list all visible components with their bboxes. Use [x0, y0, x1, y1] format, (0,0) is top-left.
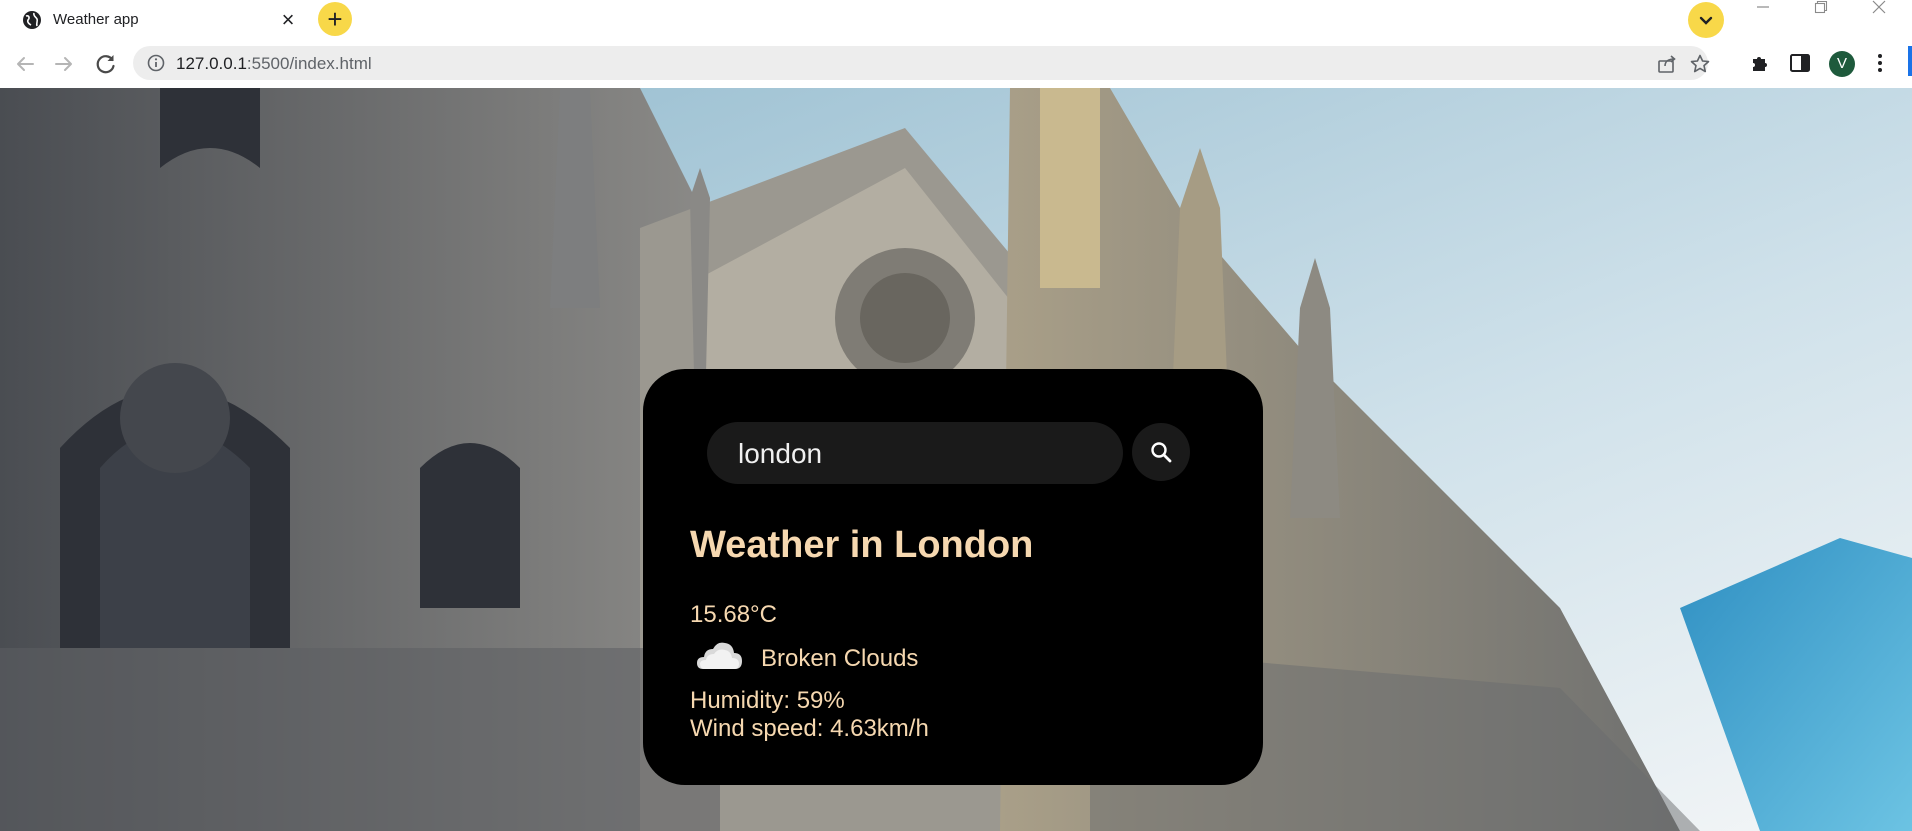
close-icon	[1872, 0, 1886, 14]
url-path: :5500/index.html	[246, 54, 372, 73]
search-button[interactable]	[1132, 423, 1190, 481]
search-icon	[1151, 442, 1172, 463]
restore-button[interactable]	[1798, 0, 1844, 20]
window-edge-accent	[1908, 46, 1912, 76]
url-text: 127.0.0.1:5500/index.html	[176, 54, 372, 74]
minimize-button[interactable]	[1740, 0, 1786, 20]
menu-kebab-icon[interactable]	[1868, 51, 1892, 75]
cloud-icon	[697, 642, 742, 669]
search-input[interactable]	[736, 432, 1110, 476]
address-bar[interactable]: 127.0.0.1:5500/index.html	[133, 46, 1711, 80]
tab-strip: Weather app × +	[0, 0, 1912, 40]
chevron-down-icon	[1699, 16, 1713, 25]
wind-speed-value: Wind speed: 4.63km/h	[690, 715, 929, 742]
page-viewport: Weather in London 15.68°C Broken Clouds …	[0, 88, 1912, 831]
close-window-button[interactable]	[1856, 0, 1902, 20]
tab-close-icon[interactable]: ×	[278, 8, 298, 32]
info-icon[interactable]	[147, 54, 165, 72]
browser-toolbar: 127.0.0.1:5500/index.html V	[0, 40, 1912, 89]
globe-icon	[23, 11, 41, 29]
reload-icon[interactable]	[92, 50, 120, 78]
temperature-value: 15.68°C	[690, 601, 777, 628]
condition-description: Broken Clouds	[761, 645, 919, 672]
humidity-value: Humidity: 59%	[690, 687, 845, 714]
extensions-icon[interactable]	[1748, 51, 1772, 75]
weather-card: Weather in London 15.68°C Broken Clouds …	[643, 369, 1263, 785]
minimize-icon	[1757, 6, 1769, 8]
profile-avatar[interactable]: V	[1829, 51, 1855, 77]
forward-icon[interactable]	[50, 50, 78, 78]
share-icon[interactable]	[1656, 53, 1678, 75]
back-icon[interactable]	[11, 50, 39, 78]
side-panel-icon[interactable]	[1788, 51, 1812, 75]
bookmark-star-icon[interactable]	[1689, 53, 1711, 75]
url-host: 127.0.0.1	[176, 54, 247, 73]
city-heading: Weather in London	[690, 524, 1034, 566]
tab-title: Weather app	[53, 11, 139, 28]
restore-icon	[1814, 0, 1828, 14]
search-field-wrapper	[707, 422, 1123, 484]
tab-weather-app[interactable]: Weather app ×	[0, 0, 312, 40]
tab-search-button[interactable]	[1688, 2, 1724, 38]
new-tab-button[interactable]: +	[318, 2, 352, 36]
